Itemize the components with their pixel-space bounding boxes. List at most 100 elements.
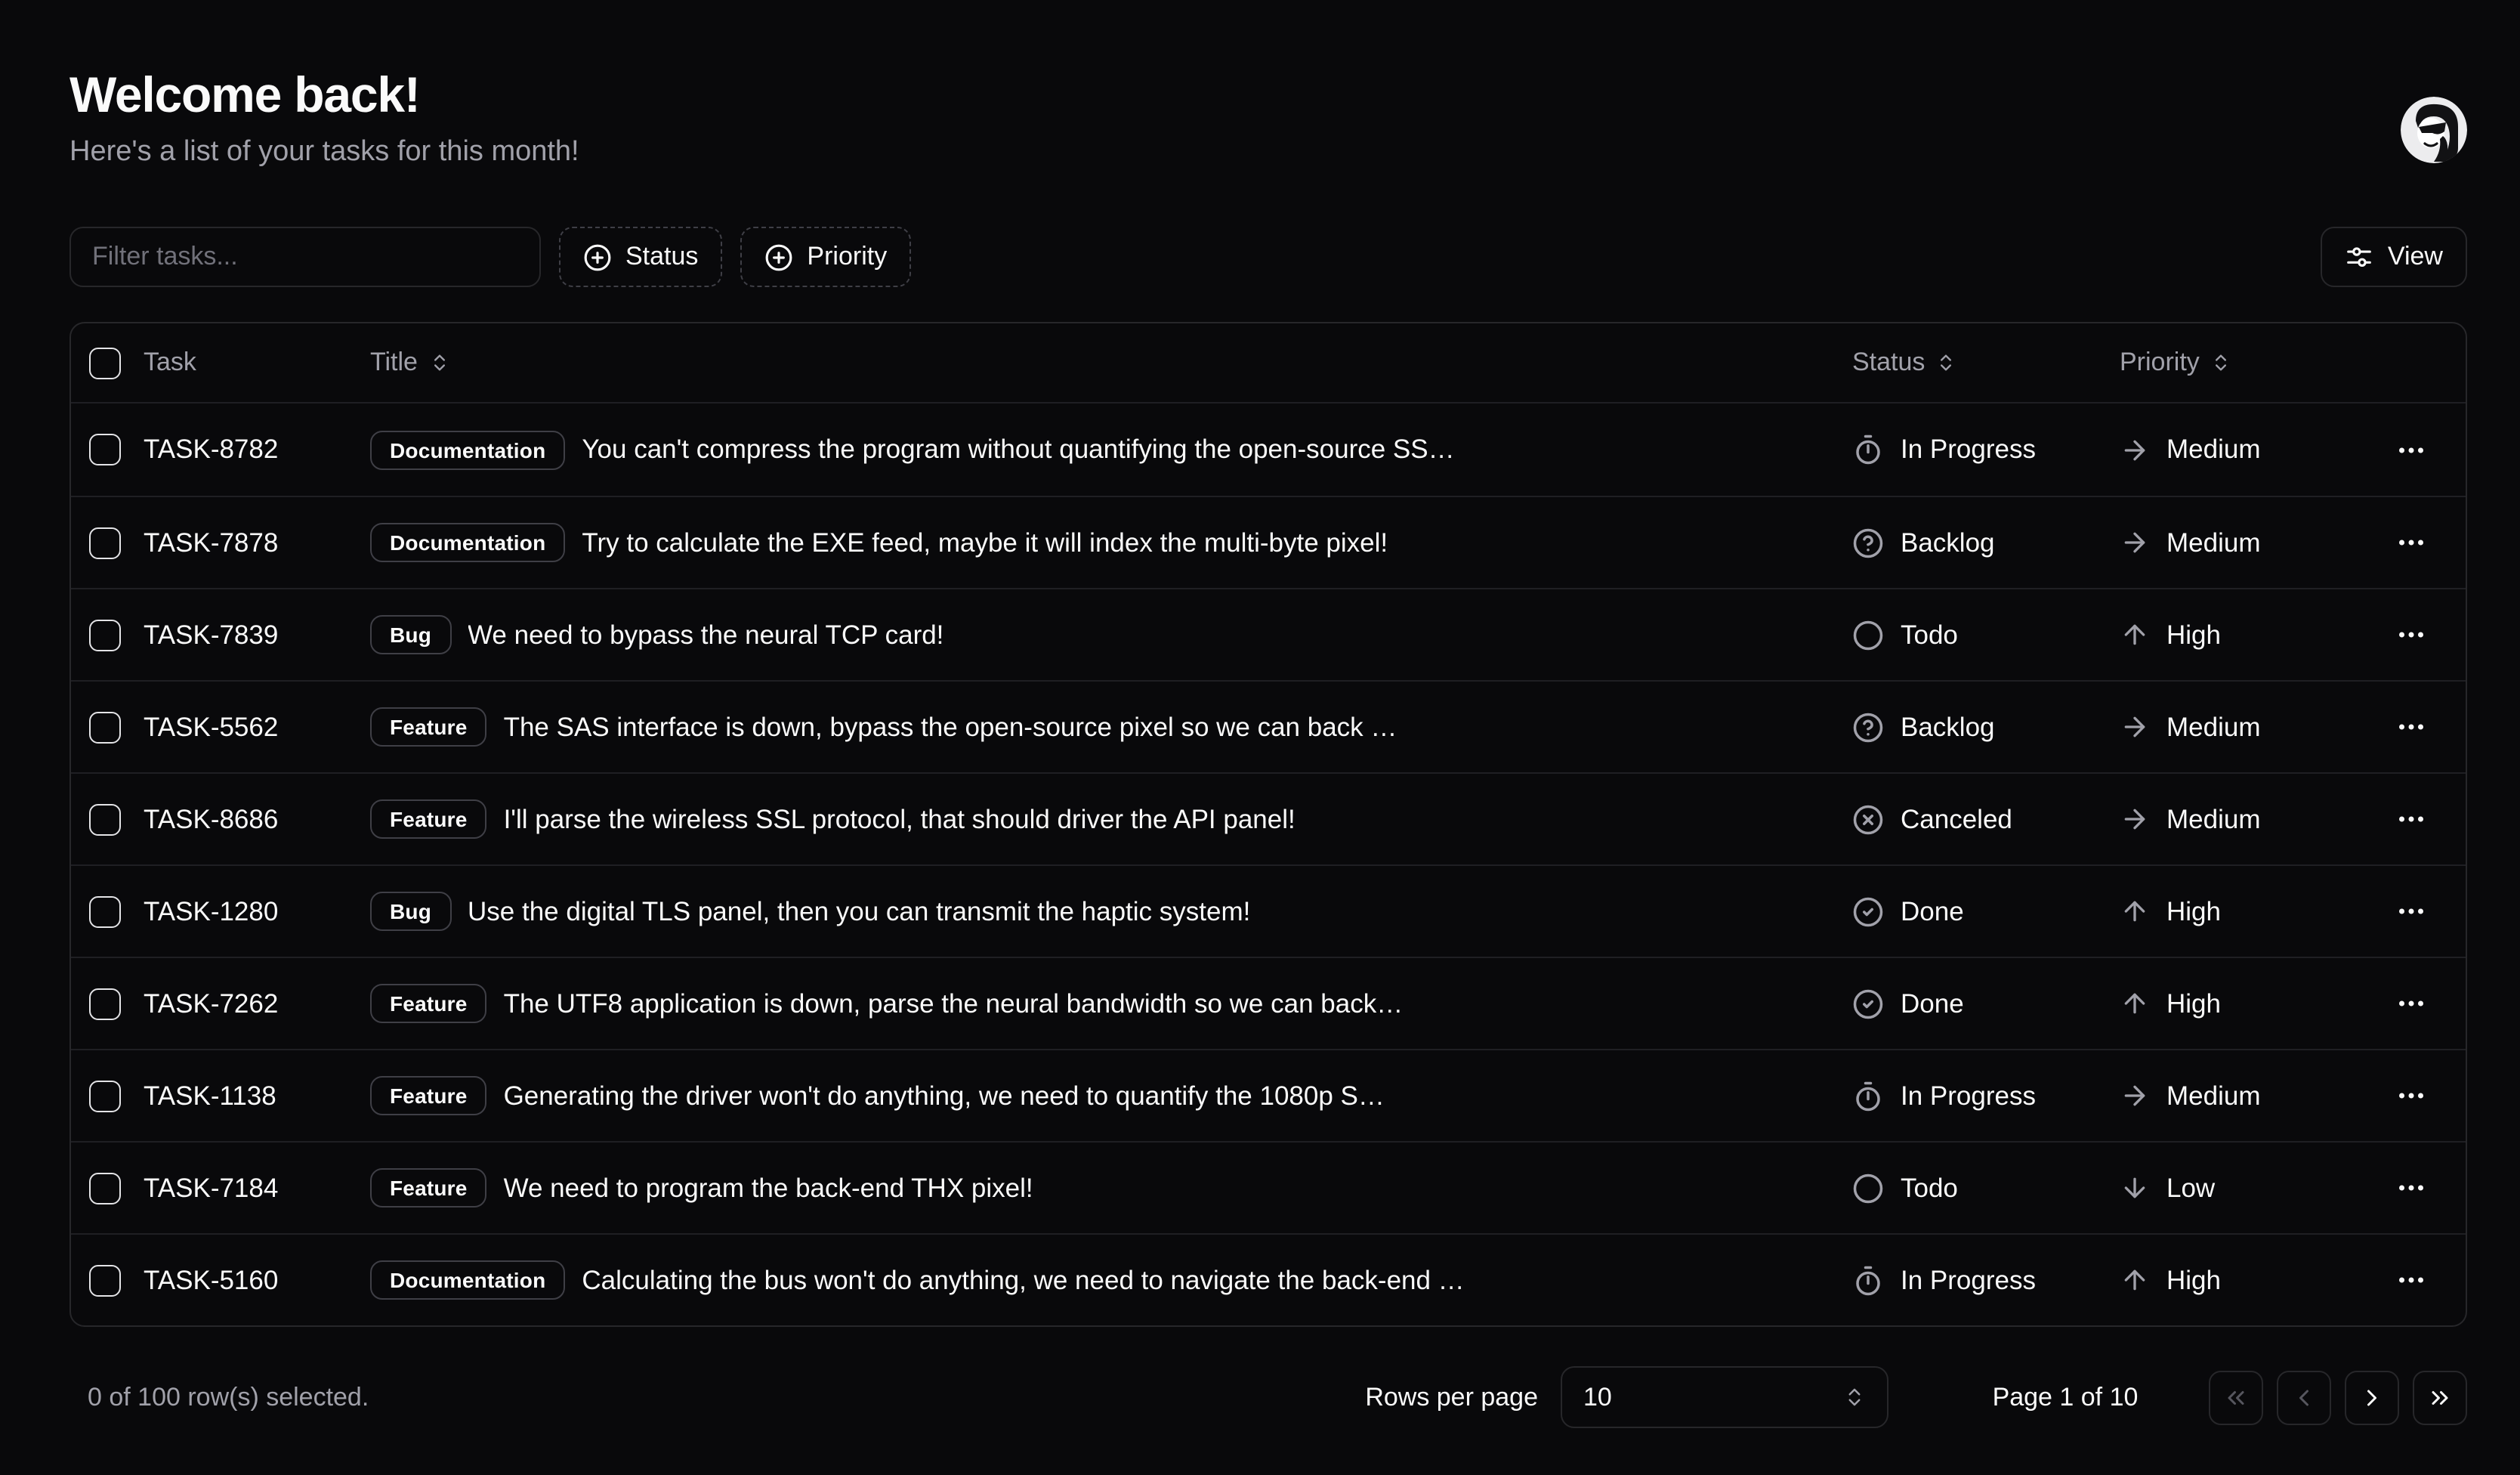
first-page-button[interactable] xyxy=(2209,1370,2263,1424)
priority-label: Medium xyxy=(2166,1080,2261,1112)
row-checkbox[interactable] xyxy=(89,1080,121,1112)
table-row: TASK-8686 Feature I'll parse the wireles… xyxy=(71,772,2466,864)
task-type-badge: Bug xyxy=(370,615,451,654)
status-filter-button[interactable]: Status xyxy=(559,227,722,287)
select-all-checkbox[interactable] xyxy=(89,347,121,379)
priority-cell: Medium xyxy=(2120,1080,2384,1112)
ellipsis-icon xyxy=(2396,1081,2426,1111)
table-row: TASK-1280 Bug Use the digital TLS panel,… xyxy=(71,864,2466,957)
row-actions-button[interactable] xyxy=(2384,1164,2438,1212)
sort-priority-button[interactable]: Priority xyxy=(2120,348,2231,378)
status-label: Done xyxy=(1901,895,1964,927)
task-title: You can't compress the program without q… xyxy=(582,434,1454,465)
row-checkbox[interactable] xyxy=(89,711,121,743)
row-actions-cell xyxy=(2384,795,2466,843)
row-actions-button[interactable] xyxy=(2384,425,2438,474)
task-id: TASK-1138 xyxy=(144,1080,370,1112)
tasks-table: Task Title Status Priority xyxy=(69,322,2467,1327)
rows-per-page-value: 10 xyxy=(1583,1382,1612,1412)
next-page-button[interactable] xyxy=(2345,1370,2399,1424)
ellipsis-icon xyxy=(2396,620,2426,650)
row-actions-button[interactable] xyxy=(2384,611,2438,659)
filter-tasks-input[interactable] xyxy=(69,227,541,287)
row-actions-button[interactable] xyxy=(2384,795,2438,843)
header-priority-label: Priority xyxy=(2120,348,2200,378)
header-title-label: Title xyxy=(370,348,418,378)
row-checkbox[interactable] xyxy=(89,895,121,927)
status-label: Done xyxy=(1901,988,1964,1019)
row-actions-button[interactable] xyxy=(2384,1256,2438,1304)
row-actions-button[interactable] xyxy=(2384,518,2438,567)
rows-per-page-select[interactable]: 10 xyxy=(1561,1366,1888,1428)
chevrons-left-icon xyxy=(2222,1384,2250,1411)
row-checkbox[interactable] xyxy=(89,1172,121,1204)
row-checkbox[interactable] xyxy=(89,1264,121,1296)
sort-status-button[interactable]: Status xyxy=(1852,348,1956,378)
header-status: Status xyxy=(1852,348,2120,378)
timer-icon xyxy=(1852,1264,1884,1296)
ellipsis-icon xyxy=(2396,712,2426,742)
table-row: TASK-7878 Documentation Try to calculate… xyxy=(71,496,2466,588)
status-label: In Progress xyxy=(1901,1080,2036,1112)
task-type-badge: Feature xyxy=(370,707,487,747)
row-actions-button[interactable] xyxy=(2384,703,2438,751)
arrow-down-icon xyxy=(2120,1173,2150,1203)
circle-icon xyxy=(1852,619,1884,651)
row-checkbox[interactable] xyxy=(89,434,121,465)
page-indicator: Page 1 of 10 xyxy=(1946,1382,2185,1412)
task-title: The UTF8 application is down, parse the … xyxy=(504,988,1404,1019)
status-cell: Backlog xyxy=(1852,711,2120,743)
row-actions-cell xyxy=(2384,611,2466,659)
timer-icon xyxy=(1852,434,1884,465)
priority-filter-button[interactable]: Priority xyxy=(740,227,911,287)
status-cell: Canceled xyxy=(1852,803,2120,835)
row-checkbox[interactable] xyxy=(89,988,121,1019)
header-priority: Priority xyxy=(2120,348,2384,378)
tasks-page: Welcome back! Here's a list of your task… xyxy=(0,0,2520,1475)
task-title-cell: Bug We need to bypass the neural TCP car… xyxy=(370,615,1852,654)
row-checkbox[interactable] xyxy=(89,619,121,651)
arrow-up-icon xyxy=(2120,896,2150,926)
status-cell: Todo xyxy=(1852,1172,2120,1204)
task-title: Calculating the bus won't do anything, w… xyxy=(582,1264,1464,1296)
header-task: Task xyxy=(144,348,370,378)
chevron-right-icon xyxy=(2358,1384,2386,1411)
table-header-row: Task Title Status Priority xyxy=(71,323,2466,404)
help-circle-icon xyxy=(1852,527,1884,558)
task-type-badge: Bug xyxy=(370,892,451,931)
arrow-right-icon xyxy=(2120,1081,2150,1111)
row-actions-button[interactable] xyxy=(2384,979,2438,1028)
row-checkbox[interactable] xyxy=(89,527,121,558)
circle-check-icon xyxy=(1852,895,1884,927)
task-title-cell: Feature We need to program the back-end … xyxy=(370,1168,1852,1208)
row-actions-button[interactable] xyxy=(2384,1071,2438,1120)
row-select-cell xyxy=(89,1264,144,1296)
task-id: TASK-8686 xyxy=(144,803,370,835)
priority-cell: High xyxy=(2120,988,2384,1019)
chevrons-right-icon xyxy=(2426,1384,2454,1411)
ellipsis-icon xyxy=(2396,527,2426,558)
chevrons-up-down-icon xyxy=(2210,352,2231,373)
task-id: TASK-7262 xyxy=(144,988,370,1019)
priority-label: Medium xyxy=(2166,711,2261,743)
sort-title-button[interactable]: Title xyxy=(370,348,449,378)
user-avatar[interactable] xyxy=(2401,97,2467,163)
filter-toolbar: Status Priority View xyxy=(69,227,2467,287)
circle-check-icon xyxy=(1852,988,1884,1019)
task-id: TASK-5160 xyxy=(144,1264,370,1296)
task-id: TASK-7839 xyxy=(144,619,370,651)
previous-page-button[interactable] xyxy=(2277,1370,2331,1424)
task-id: TASK-8782 xyxy=(144,434,370,465)
priority-cell: High xyxy=(2120,619,2384,651)
task-id: TASK-1280 xyxy=(144,895,370,927)
status-cell: Done xyxy=(1852,895,2120,927)
sliders-icon xyxy=(2346,243,2374,271)
ellipsis-icon xyxy=(2396,1173,2426,1203)
row-actions-button[interactable] xyxy=(2384,887,2438,935)
view-options-button[interactable]: View xyxy=(2321,227,2467,287)
row-actions-cell xyxy=(2384,425,2466,474)
last-page-button[interactable] xyxy=(2413,1370,2467,1424)
priority-cell: High xyxy=(2120,895,2384,927)
row-checkbox[interactable] xyxy=(89,803,121,835)
status-cell: In Progress xyxy=(1852,1264,2120,1296)
